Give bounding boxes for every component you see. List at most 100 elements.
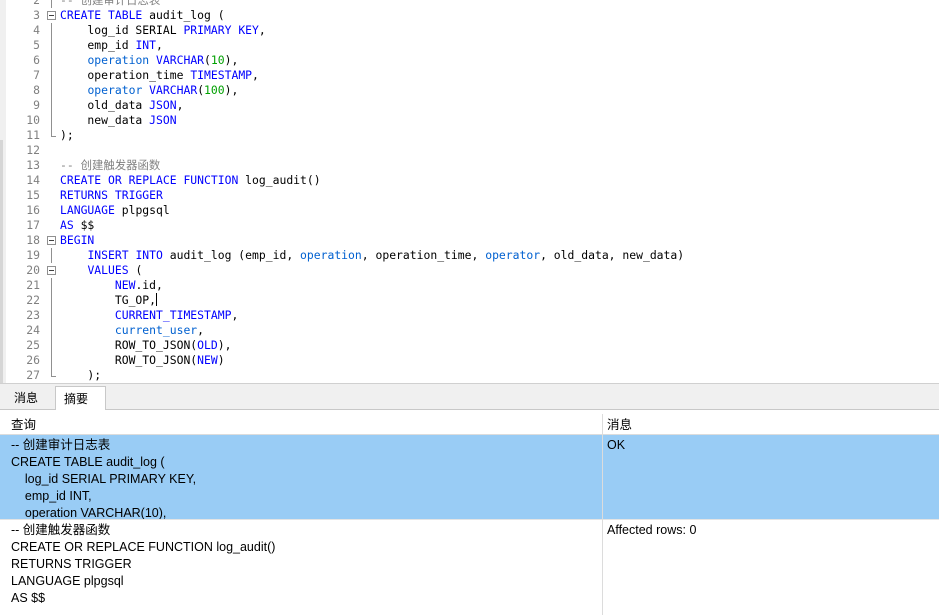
code-text[interactable]: RETURNS TRIGGER [60, 188, 163, 203]
code-line[interactable]: 12 [0, 143, 939, 158]
code-line[interactable]: 22 TG_OP, [0, 293, 939, 308]
line-number: 18 [26, 233, 40, 247]
sql-editor[interactable]: 2 -- 创建审计日志表 3 CREATE TABLE audit_log (4 lo… [0, 0, 939, 383]
column-header-message[interactable]: 消息 [607, 414, 632, 436]
code-token: JSON [149, 98, 177, 112]
code-line[interactable]: 9 old_data JSON, [0, 98, 939, 113]
code-text[interactable]: ROW_TO_JSON(NEW) [60, 353, 225, 368]
code-text[interactable]: emp_id INT, [60, 38, 162, 53]
code-token: log_audit() [238, 173, 321, 187]
code-line[interactable]: 19 INSERT INTO audit_log (emp_id, operat… [0, 248, 939, 263]
code-token: JSON [149, 113, 177, 127]
code-text[interactable]: new_data JSON [60, 113, 177, 128]
code-text[interactable]: CREATE OR REPLACE FUNCTION log_audit() [60, 173, 321, 188]
line-number: 13 [26, 158, 40, 172]
code-line[interactable]: 3 CREATE TABLE audit_log ( [0, 8, 939, 23]
code-token: PRIMARY KEY [183, 23, 259, 37]
code-line[interactable]: 13 -- 创建触发器函数 [0, 158, 939, 173]
code-line[interactable]: 25 ROW_TO_JSON(OLD), [0, 338, 939, 353]
code-token: current_user [114, 323, 198, 337]
code-token: , [176, 98, 184, 112]
code-line[interactable]: 5 emp_id INT, [0, 38, 939, 53]
code-line[interactable]: 7 operation_time TIMESTAMP, [0, 68, 939, 83]
code-line[interactable]: 4 log_id SERIAL PRIMARY KEY, [0, 23, 939, 38]
code-text[interactable]: current_user, [60, 323, 204, 338]
line-number: 25 [26, 338, 40, 352]
code-text[interactable]: NEW.id, [60, 278, 163, 293]
code-text[interactable]: operator VARCHAR(100), [60, 83, 238, 98]
query-cell[interactable]: -- 创建审计日志表 CREATE TABLE audit_log ( log_… [11, 437, 596, 519]
tab-messages[interactable]: 消息 [6, 386, 56, 411]
message-cell[interactable]: Affected rows: 0 [607, 522, 927, 539]
query-cell[interactable]: -- 创建触发器函数 CREATE OR REPLACE FUNCTION lo… [11, 522, 596, 607]
tab-summary[interactable]: 摘要 [55, 386, 106, 412]
code-line[interactable]: 23 CURRENT_TIMESTAMP, [0, 308, 939, 323]
fold-guide-icon [46, 368, 56, 383]
code-text[interactable]: operation VARCHAR(10), [60, 53, 238, 68]
table-row[interactable]: -- 创建触发器函数 CREATE OR REPLACE FUNCTION lo… [0, 520, 939, 615]
code-text[interactable]: ); [60, 368, 101, 383]
code-text[interactable]: LANGUAGE plpgsql [60, 203, 170, 218]
code-line[interactable]: 15 RETURNS TRIGGER [0, 188, 939, 203]
code-line[interactable]: 24 current_user, [0, 323, 939, 338]
line-number: 23 [26, 308, 40, 322]
code-line[interactable]: 27 ); [0, 368, 939, 383]
fold-guide-icon [46, 38, 56, 53]
line-number: 6 [33, 53, 40, 67]
code-line[interactable]: 14 CREATE OR REPLACE FUNCTION log_audit() [0, 173, 939, 188]
code-token: VALUES [87, 263, 129, 277]
code-text[interactable]: old_data JSON, [60, 98, 183, 113]
code-line[interactable]: 8 operator VARCHAR(100), [0, 83, 939, 98]
code-text[interactable]: operation_time TIMESTAMP, [60, 68, 258, 83]
fold-toggle-icon[interactable] [46, 263, 56, 278]
code-token: log_id SERIAL [60, 23, 184, 37]
table-row[interactable]: -- 创建审计日志表 CREATE TABLE audit_log ( log_… [0, 435, 939, 519]
code-text[interactable]: VALUES ( [60, 263, 142, 278]
code-text[interactable]: log_id SERIAL PRIMARY KEY, [60, 23, 265, 38]
line-number: 19 [26, 248, 40, 262]
code-token: ROW_TO_JSON( [60, 353, 198, 367]
code-text[interactable]: INSERT INTO audit_log (emp_id, operation… [60, 248, 684, 263]
code-token: , [231, 308, 239, 322]
column-header-query[interactable]: 查询 [11, 414, 36, 436]
code-line[interactable]: 10 new_data JSON [0, 113, 939, 128]
fold-toggle-icon[interactable] [46, 233, 56, 248]
column-divider[interactable] [602, 414, 603, 615]
code-line[interactable]: 18 BEGIN [0, 233, 939, 248]
fold-toggle-icon[interactable] [46, 8, 56, 23]
line-number: 9 [33, 98, 40, 112]
code-token: ( [204, 53, 211, 67]
code-line[interactable]: 16 LANGUAGE plpgsql [0, 203, 939, 218]
code-text[interactable]: -- 创建审计日志表 [60, 0, 160, 8]
fold-guide-icon [46, 83, 56, 98]
code-text[interactable]: CREATE TABLE audit_log ( [60, 8, 225, 23]
fold-guide-icon [46, 128, 56, 143]
code-text[interactable]: ROW_TO_JSON(OLD), [60, 338, 232, 353]
code-text[interactable]: AS $$ [60, 218, 94, 233]
code-line[interactable]: 21 NEW.id, [0, 278, 939, 293]
code-token: ); [60, 368, 102, 382]
code-token: operation [300, 248, 362, 262]
code-line[interactable]: 11); [0, 128, 939, 143]
code-token: ), [224, 53, 239, 67]
line-number: 12 [26, 143, 40, 157]
code-text[interactable]: -- 创建触发器函数 [60, 158, 160, 173]
message-cell[interactable]: OK [607, 437, 927, 454]
code-text[interactable]: ); [60, 128, 74, 143]
code-token: AS [60, 218, 74, 232]
code-token: old_data [60, 98, 150, 112]
code-line[interactable]: 2 -- 创建审计日志表 [0, 0, 939, 8]
code-line[interactable]: 17 AS $$ [0, 218, 939, 233]
code-line[interactable]: 20 VALUES ( [0, 263, 939, 278]
code-text[interactable]: TG_OP, [60, 293, 158, 308]
code-text[interactable]: BEGIN [60, 233, 94, 248]
code-token: CURRENT_TIMESTAMP [114, 308, 232, 322]
line-number: 14 [26, 173, 40, 187]
code-line[interactable]: 26 ROW_TO_JSON(NEW) [0, 353, 939, 368]
code-text[interactable]: CURRENT_TIMESTAMP, [60, 308, 238, 323]
line-number: 22 [26, 293, 40, 307]
line-number: 5 [33, 38, 40, 52]
fold-guide-icon [46, 323, 56, 338]
code-line[interactable]: 6 operation VARCHAR(10), [0, 53, 939, 68]
code-token: 100 [204, 83, 225, 97]
